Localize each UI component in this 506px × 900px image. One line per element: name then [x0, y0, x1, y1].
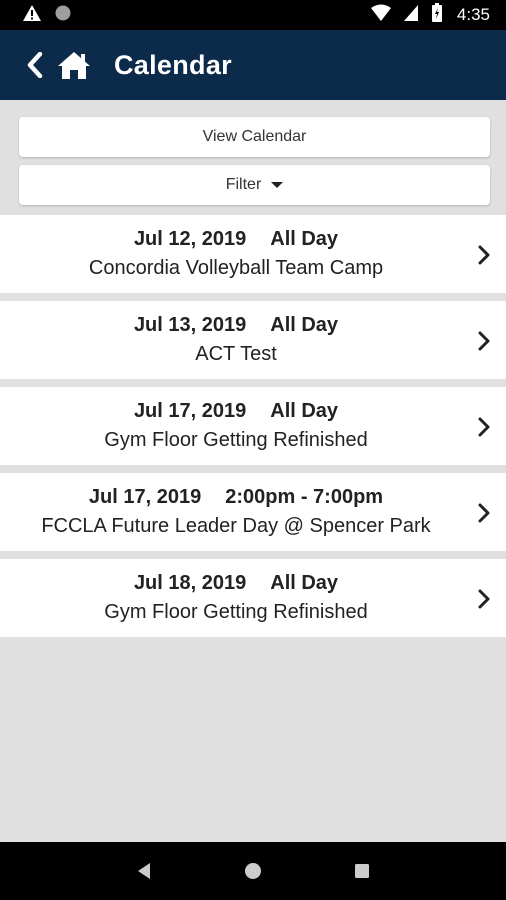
main-content: View Calendar Filter Jul 12, 2019 All Da… [0, 100, 506, 842]
view-calendar-button[interactable]: View Calendar [19, 117, 490, 157]
event-datetime: Jul 12, 2019 All Day [134, 228, 372, 251]
home-circle-icon[interactable] [241, 859, 265, 883]
status-right-icons: 4:35 [370, 2, 490, 28]
event-title: FCCLA Future Leader Day @ Spencer Park [41, 515, 431, 537]
status-bar: 4:35 [0, 0, 506, 30]
event-title: Gym Floor Getting Refinished [104, 429, 368, 451]
event-title: ACT Test [195, 343, 277, 365]
event-date: Jul 13, 2019 [133, 314, 247, 336]
event-time: All Day [270, 228, 339, 250]
chevron-right-icon [478, 589, 490, 609]
status-time: 4:35 [456, 5, 490, 24]
event-item[interactable]: Jul 17, 2019 All Day Gym Floor Getting R… [0, 387, 506, 465]
recents-square-icon[interactable] [350, 859, 374, 883]
event-date: Jul 17, 2019 [88, 486, 202, 508]
page-title: Calendar [114, 49, 232, 80]
event-datetime: Jul 18, 2019 All Day [134, 572, 372, 595]
event-title: Concordia Volleyball Team Camp [88, 257, 384, 279]
status-left-icons [22, 4, 72, 27]
event-time: All Day [270, 400, 339, 422]
event-datetime: Jul 13, 2019 All Day [134, 314, 372, 337]
event-time: 2:00pm - 7:00pm [225, 486, 384, 508]
chevron-right-icon [478, 503, 490, 523]
view-calendar-label: View Calendar [202, 128, 307, 145]
chevron-right-icon [478, 331, 490, 351]
event-title: Gym Floor Getting Refinished [104, 601, 368, 623]
event-time: All Day [270, 314, 339, 336]
circle-icon [54, 4, 72, 27]
filter-button[interactable]: Filter [19, 165, 490, 205]
signal-icon [403, 4, 419, 27]
event-datetime: Jul 17, 2019 All Day [134, 400, 372, 423]
event-date: Jul 17, 2019 [133, 400, 247, 422]
filter-label: Filter [225, 176, 262, 193]
event-datetime: Jul 17, 2019 2:00pm - 7:00pm [89, 486, 417, 509]
system-nav-bar [0, 842, 506, 900]
warning-icon [22, 4, 42, 27]
event-item[interactable]: Jul 17, 2019 2:00pm - 7:00pm FCCLA Futur… [0, 473, 506, 551]
app-bar: Calendar [0, 30, 506, 100]
event-date: Jul 12, 2019 [133, 228, 247, 250]
back-triangle-icon[interactable] [132, 859, 156, 883]
caret-down-icon [271, 182, 284, 188]
home-icon[interactable] [56, 48, 96, 82]
event-date: Jul 18, 2019 [133, 572, 247, 594]
event-list: Jul 12, 2019 All Day Concordia Volleybal… [0, 215, 506, 645]
battery-icon [431, 2, 443, 28]
wifi-icon [370, 4, 391, 27]
event-item[interactable]: Jul 18, 2019 All Day Gym Floor Getting R… [0, 559, 506, 637]
back-chevron-icon[interactable] [26, 50, 48, 80]
event-item[interactable]: Jul 12, 2019 All Day Concordia Volleybal… [0, 215, 506, 293]
chevron-right-icon [478, 245, 490, 265]
chevron-right-icon [478, 417, 490, 437]
event-item[interactable]: Jul 13, 2019 All Day ACT Test [0, 301, 506, 379]
event-time: All Day [270, 572, 339, 594]
